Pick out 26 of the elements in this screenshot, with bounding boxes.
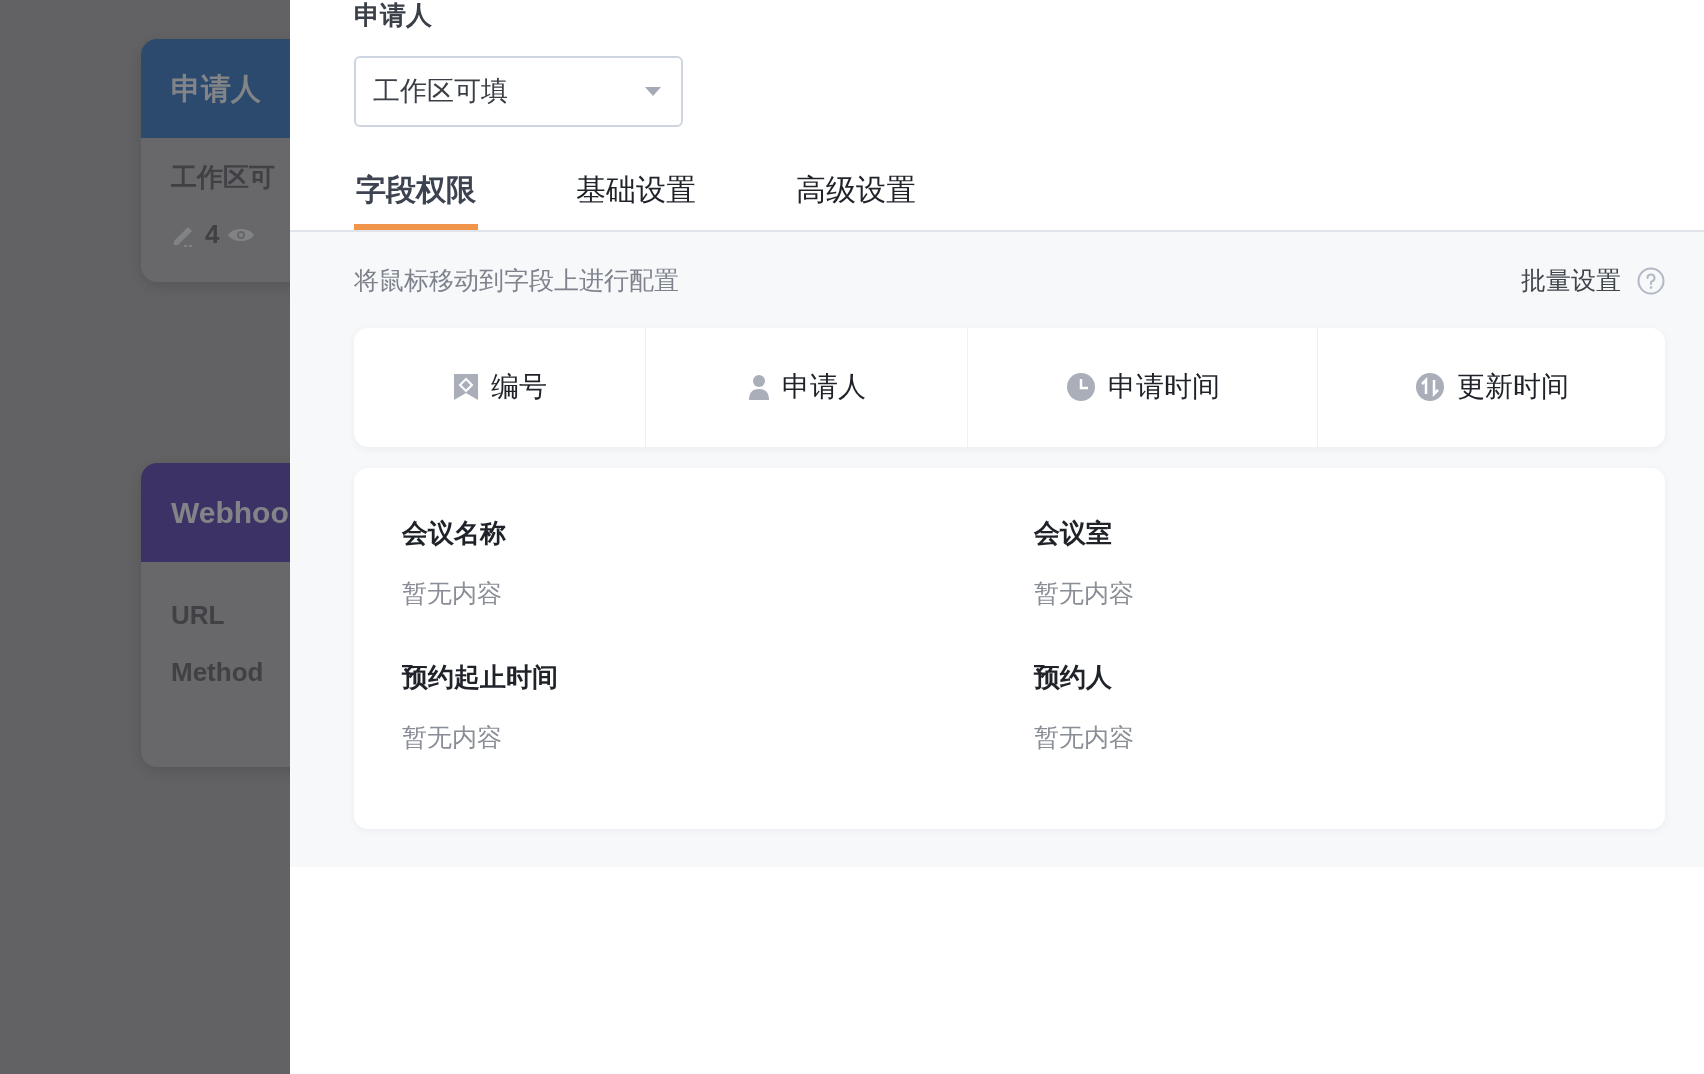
clock-icon (1065, 372, 1096, 402)
hint-text: 将鼠标移动到字段上进行配置 (354, 265, 679, 296)
system-field[interactable]: 更新时间 (1318, 327, 1665, 447)
system-field[interactable]: 编号 (354, 327, 646, 447)
permission-select[interactable]: 工作区可填 (354, 56, 683, 127)
card-title: 申请人 (171, 71, 261, 107)
tab[interactable]: 高级设置 (794, 167, 918, 230)
person-icon (747, 373, 770, 401)
system-field[interactable]: 申请时间 (968, 327, 1318, 447)
field-value: 暂无内容 (402, 577, 503, 609)
system-field[interactable]: 申请人 (646, 327, 968, 447)
tab[interactable]: 基础设置 (574, 167, 698, 230)
field-value: 暂无内容 (1034, 577, 1135, 609)
field-value: 暂无内容 (402, 722, 503, 753)
field-label: 申请人 (354, 0, 433, 30)
batch-settings-button[interactable]: 批量设置 (1521, 262, 1621, 300)
field-label: 会议名称 (402, 516, 507, 550)
card-title: Webhoo (171, 495, 289, 531)
bookmark-icon (452, 373, 479, 401)
field-value: 暂无内容 (1034, 722, 1135, 753)
field-label: 会议室 (1034, 516, 1113, 550)
caret-icon (645, 86, 661, 97)
swap-icon (1414, 372, 1445, 402)
field-label: 预约起止时间 (402, 661, 559, 694)
help-icon[interactable] (1637, 266, 1665, 295)
field-label: 预约人 (1034, 661, 1113, 694)
